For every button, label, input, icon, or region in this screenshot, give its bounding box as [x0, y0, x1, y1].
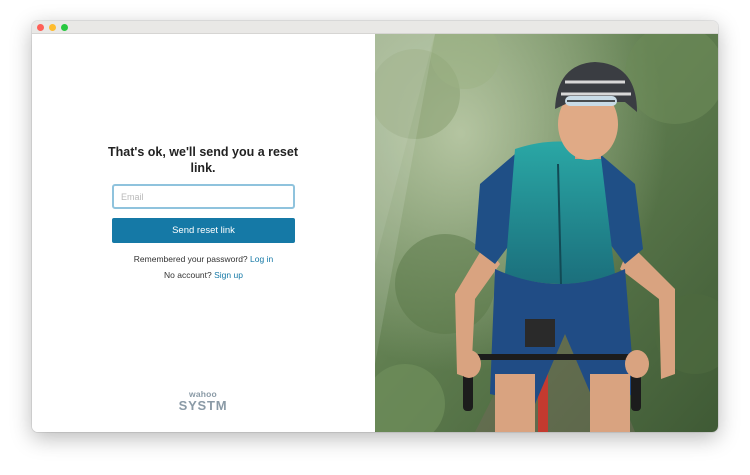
- close-window-button[interactable]: [37, 24, 44, 31]
- logo-wordmark-big: SYSTM: [178, 398, 228, 413]
- send-reset-link-button[interactable]: Send reset link: [112, 218, 295, 243]
- maximize-window-button[interactable]: [61, 24, 68, 31]
- page-title: That's ok, we'll send you a reset link.: [107, 145, 299, 175]
- email-field[interactable]: [112, 184, 295, 209]
- login-prompt-text: Remembered your password?: [133, 254, 248, 264]
- signup-link[interactable]: Sign up: [214, 270, 243, 280]
- browser-window: That's ok, we'll send you a reset link. …: [32, 21, 718, 432]
- login-link[interactable]: Log in: [250, 254, 273, 264]
- login-prompt: Remembered your password? Log in: [32, 254, 375, 264]
- signup-prompt: No account? Sign up: [32, 270, 375, 280]
- title-bar: [32, 21, 718, 34]
- minimize-window-button[interactable]: [49, 24, 56, 31]
- signup-prompt-text: No account?: [164, 270, 212, 280]
- reset-password-panel: That's ok, we'll send you a reset link. …: [32, 34, 375, 432]
- wahoo-systm-logo: wahoo SYSTM: [172, 389, 234, 413]
- cyclist-photo: [375, 34, 718, 432]
